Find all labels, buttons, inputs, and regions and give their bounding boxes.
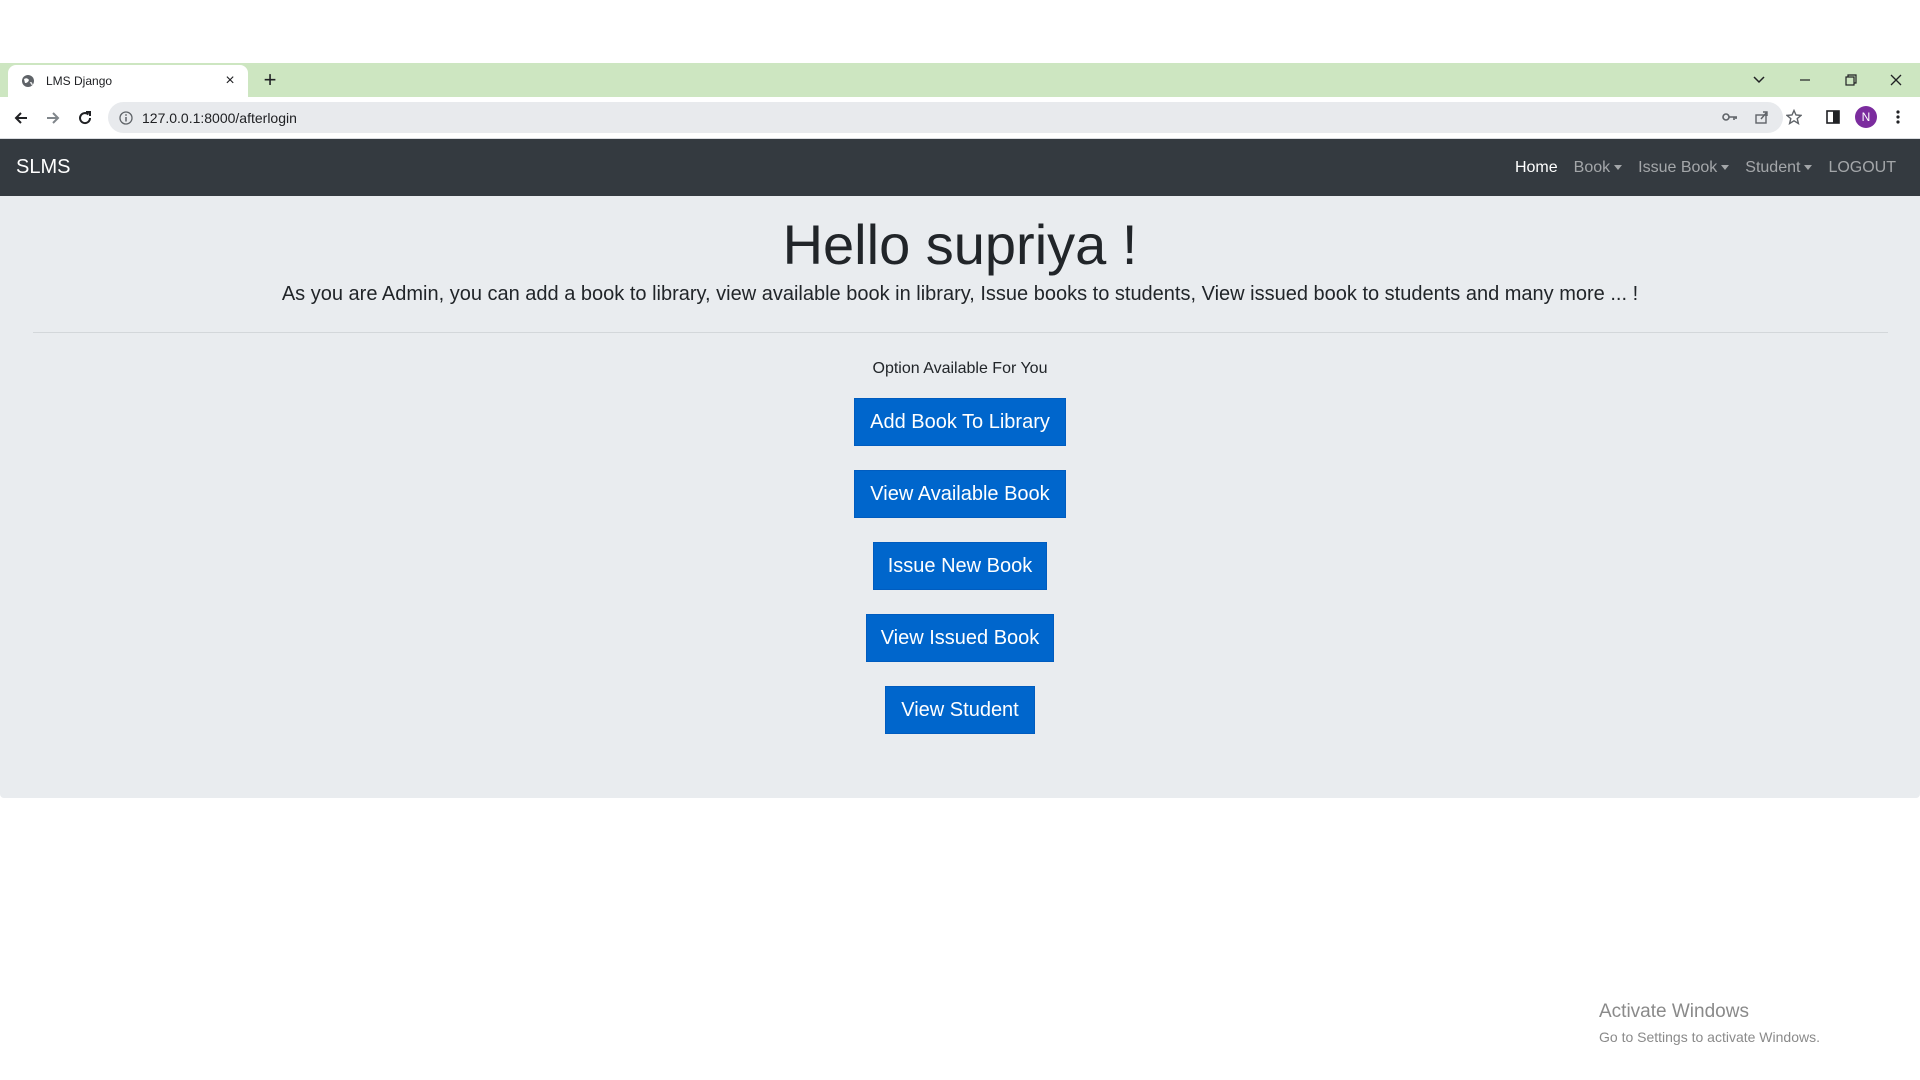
view-student-button[interactable]: View Student — [885, 686, 1035, 734]
caret-down-icon — [1804, 165, 1813, 170]
view-available-book-button[interactable]: View Available Book — [854, 470, 1066, 518]
close-tab-icon[interactable]: × — [222, 73, 238, 89]
nav-issue-book-label: Issue Book — [1638, 158, 1718, 176]
minimize-icon[interactable] — [1785, 63, 1825, 97]
add-book-button[interactable]: Add Book To Library — [854, 398, 1066, 446]
restore-icon[interactable] — [1831, 63, 1871, 97]
brand-logo[interactable]: SLMS — [16, 156, 70, 179]
browser-tabstrip: LMS Django × + — [0, 63, 1920, 97]
star-icon[interactable] — [1780, 103, 1808, 131]
forward-arrow-icon[interactable] — [40, 105, 66, 131]
watermark-subtitle: Go to Settings to activate Windows. — [1599, 1029, 1820, 1045]
browser-toolbar: 127.0.0.1:8000/afterlogin N — [0, 97, 1920, 139]
side-panel-icon[interactable] — [1819, 103, 1847, 131]
nav-student-label: Student — [1745, 158, 1801, 176]
nav-home-label: Home — [1514, 158, 1558, 176]
nav-book-dropdown[interactable]: Book — [1566, 159, 1630, 177]
nav-book-label: Book — [1573, 158, 1611, 176]
back-arrow-icon[interactable] — [8, 105, 34, 131]
url-text: 127.0.0.1:8000/afterlogin — [142, 109, 297, 126]
greeting-heading: Hello supriya ! — [782, 213, 1138, 276]
browser-tab[interactable]: LMS Django × — [8, 65, 248, 97]
options-heading: Option Available For You — [872, 360, 1048, 377]
nav-logout-label: LOGOUT — [1828, 158, 1896, 176]
address-bar[interactable]: 127.0.0.1:8000/afterlogin — [108, 102, 1783, 133]
view-issued-book-button[interactable]: View Issued Book — [866, 614, 1054, 662]
tab-title: LMS Django — [46, 74, 113, 88]
nav-logout[interactable]: LOGOUT — [1820, 159, 1904, 177]
caret-down-icon — [1721, 165, 1730, 170]
windows-activation-watermark: Activate Windows Go to Settings to activ… — [1599, 1001, 1820, 1045]
nav-home[interactable]: Home — [1507, 159, 1566, 177]
caret-down-icon — [1614, 165, 1623, 170]
nav-student-dropdown[interactable]: Student — [1737, 159, 1820, 177]
menu-dots-icon[interactable] — [1884, 103, 1912, 131]
close-window-icon[interactable] — [1876, 63, 1916, 97]
nav-links: Home Book Issue Book Student LOGOUT — [1507, 159, 1904, 177]
info-icon[interactable] — [118, 110, 134, 126]
tab-search-icon[interactable] — [1739, 63, 1779, 97]
lead-text: As you are Admin, you can add a book to … — [281, 283, 1639, 305]
watermark-title: Activate Windows — [1599, 1001, 1749, 1022]
divider — [33, 332, 1888, 333]
new-tab-button[interactable]: + — [258, 69, 282, 93]
nav-issue-book-dropdown[interactable]: Issue Book — [1630, 159, 1737, 177]
globe-icon — [20, 73, 36, 89]
issue-new-book-button[interactable]: Issue New Book — [873, 542, 1047, 590]
share-icon[interactable] — [1748, 103, 1776, 131]
site-navbar: SLMS Home Book Issue Book Student LOGOUT — [0, 139, 1920, 196]
key-icon[interactable] — [1716, 103, 1744, 131]
profile-avatar[interactable]: N — [1855, 106, 1877, 128]
reload-icon[interactable] — [72, 105, 98, 131]
